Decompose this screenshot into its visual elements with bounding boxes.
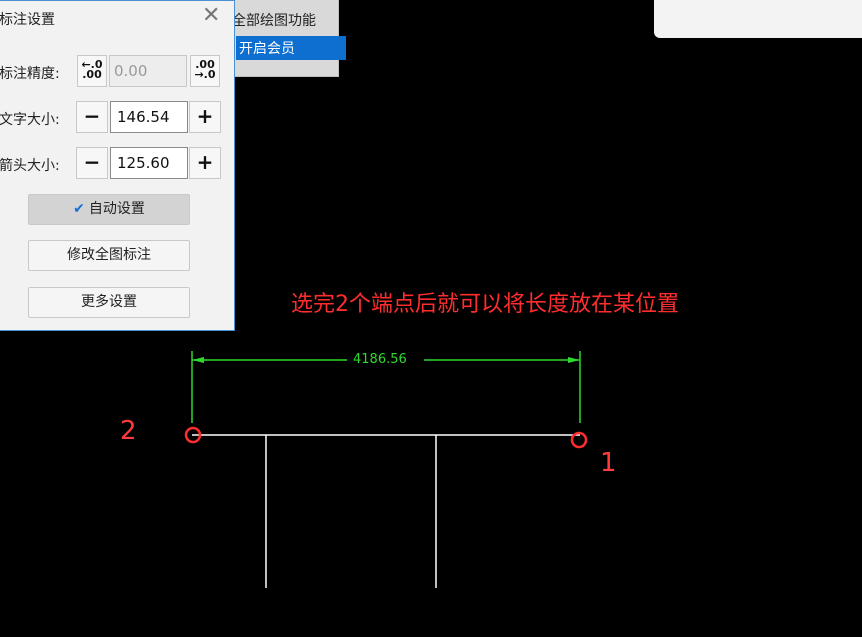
auto-setting-button[interactable]: ✔ 自动设置 <box>28 194 190 225</box>
auto-setting-label: 自动设置 <box>88 201 145 217</box>
precision-field[interactable]: 0.00 <box>109 55 187 87</box>
more-settings-button[interactable]: 更多设置 <box>28 287 190 318</box>
dimension-arrow-right <box>568 357 580 363</box>
top-right-panel <box>654 0 862 38</box>
instruction-hint: 选完2个端点后就可以将长度放在某位置 <box>291 292 679 317</box>
arrow-size-field[interactable]: 125.60 <box>110 147 188 179</box>
text-size-minus-button[interactable]: − <box>76 101 108 133</box>
point-label-2: 2 <box>120 416 137 446</box>
increase-precision-button[interactable]: .00 →.0 <box>190 55 220 87</box>
modify-all-dimensions-button[interactable]: 修改全图标注 <box>28 240 190 271</box>
open-membership-button[interactable]: 开启会员 <box>236 36 346 60</box>
vip-title: 全部绘图功能 <box>232 13 316 29</box>
dimension-settings-dialog: 标注设置 ✕ 标注精度: ←.0.00 0.00 .00 →.0 文字大小: − … <box>0 0 235 331</box>
arrow-size-minus-button[interactable]: − <box>76 147 108 179</box>
close-icon[interactable]: ✕ <box>202 3 220 29</box>
text-size-label: 文字大小: <box>0 112 60 128</box>
arrow-size-plus-button[interactable]: + <box>189 147 221 179</box>
checkmark-icon: ✔ <box>73 201 85 217</box>
point-label-1: 1 <box>600 448 617 478</box>
vip-panel: 全部绘图功能 开启会员 <box>222 0 346 77</box>
dimension-arrow-left <box>192 357 204 363</box>
text-size-field[interactable]: 146.54 <box>110 101 188 133</box>
dimension-value: 4186.56 <box>352 352 408 367</box>
arrow-size-label: 箭头大小: <box>0 158 60 174</box>
decrease-precision-button[interactable]: ←.0.00 <box>77 55 107 87</box>
text-size-plus-button[interactable]: + <box>189 101 221 133</box>
dialog-title: 标注设置 <box>0 12 55 28</box>
precision-label: 标注精度: <box>0 66 60 82</box>
